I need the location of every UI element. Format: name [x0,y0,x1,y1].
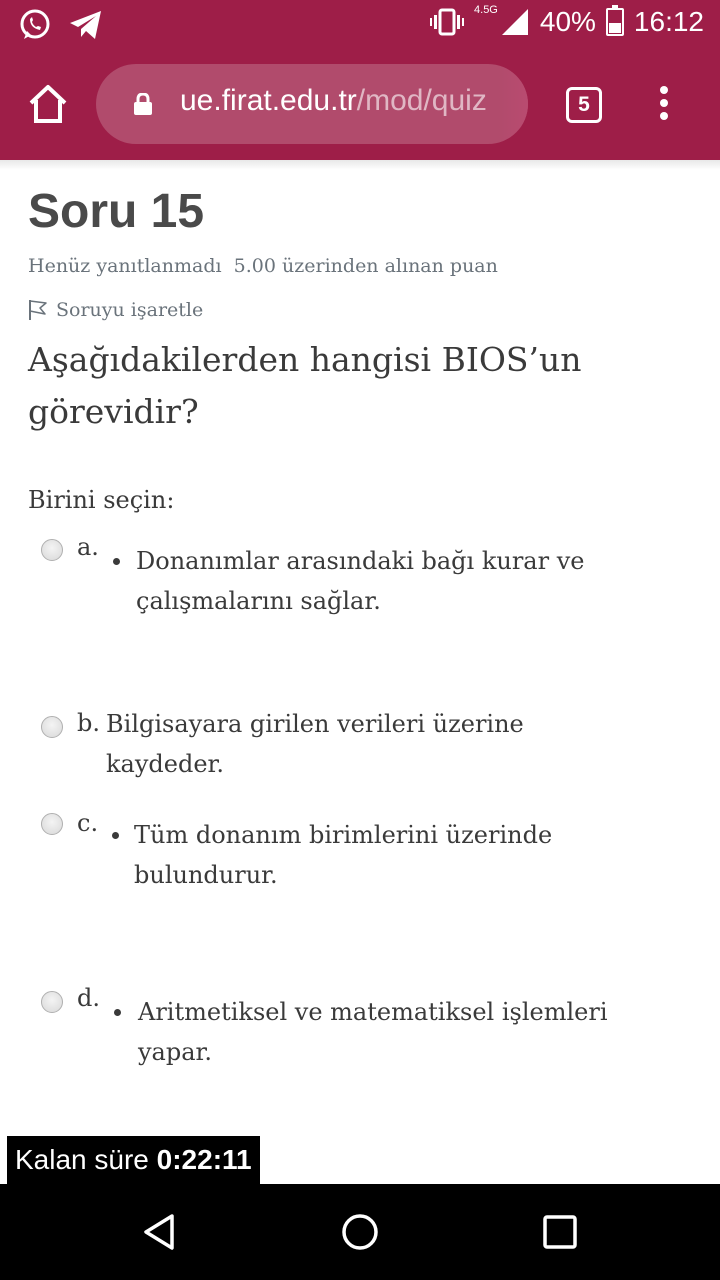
browser-toolbar: ue.firat.edu.tr/mod/quiz 5 [0,50,720,160]
signal-icon [501,9,528,35]
option-a-radio[interactable] [41,539,63,561]
timer-label: Kalan süre [15,1144,149,1175]
battery-percent: 40% [539,6,596,37]
clock: 16:12 [633,6,704,37]
question-status: Henüz yanıtlanmadı [28,255,222,277]
more-menu-icon[interactable] [654,86,674,126]
telegram-icon [70,11,101,39]
option-b-letter: b. [77,709,100,737]
quiz-timer: Kalan süre 0:22:11 [7,1136,260,1184]
url-text: ue.firat.edu.tr/mod/quiz [180,84,487,118]
status-bar: 4.5G 40% 16:12 [0,0,720,50]
option-c-text[interactable]: Tüm donanım birimlerini üzerinde bulundu… [134,815,552,895]
option-c-letter: c. [77,809,99,837]
battery-icon [605,5,624,36]
lock-icon [134,93,152,115]
question-state: Henüz yanıtlanmadı 5.00 üzerinden alınan… [28,255,498,277]
vibrate-icon [430,8,465,36]
whatsapp-icon [20,9,50,39]
question-grade: 5.00 üzerinden alınan puan [233,255,498,277]
option-a-text[interactable]: Donanımlar arasındaki bağı kurar ve çalı… [136,541,584,621]
question-text: Aşağıdakilerden hangisi BIOS’un görevidi… [28,340,582,431]
home-icon[interactable] [26,82,70,126]
recents-icon[interactable] [542,1214,578,1250]
option-d-text[interactable]: Aritmetiksel ve matematiksel işlemleri y… [138,992,608,1072]
option-b-text[interactable]: Bilgisayara girilen verileri üzerine kay… [106,704,524,784]
tab-switcher-button[interactable]: 5 [566,87,602,123]
timer-value: 0:22:11 [156,1144,252,1175]
network-type: 4.5G [474,4,498,16]
url-host: ue.firat.edu.tr [180,84,357,117]
option-c-radio[interactable] [41,813,63,835]
home-circle-icon[interactable] [340,1212,380,1252]
back-icon[interactable] [140,1212,180,1252]
question-number: Soru 15 [28,185,205,238]
flag-label: Soruyu işaretle [56,299,204,321]
flag-question-link[interactable]: Soruyu işaretle [28,299,203,321]
url-path: /mod/quiz [356,84,487,117]
address-bar[interactable]: ue.firat.edu.tr/mod/quiz [96,64,528,144]
option-d-radio[interactable] [41,991,63,1013]
option-a-letter: a. [77,533,99,561]
option-d-letter: d. [77,984,100,1012]
flag-icon [29,300,47,320]
answer-prompt: Birini seçin: [28,486,175,514]
navigation-bar [0,1184,720,1280]
option-b-radio[interactable] [41,716,63,738]
